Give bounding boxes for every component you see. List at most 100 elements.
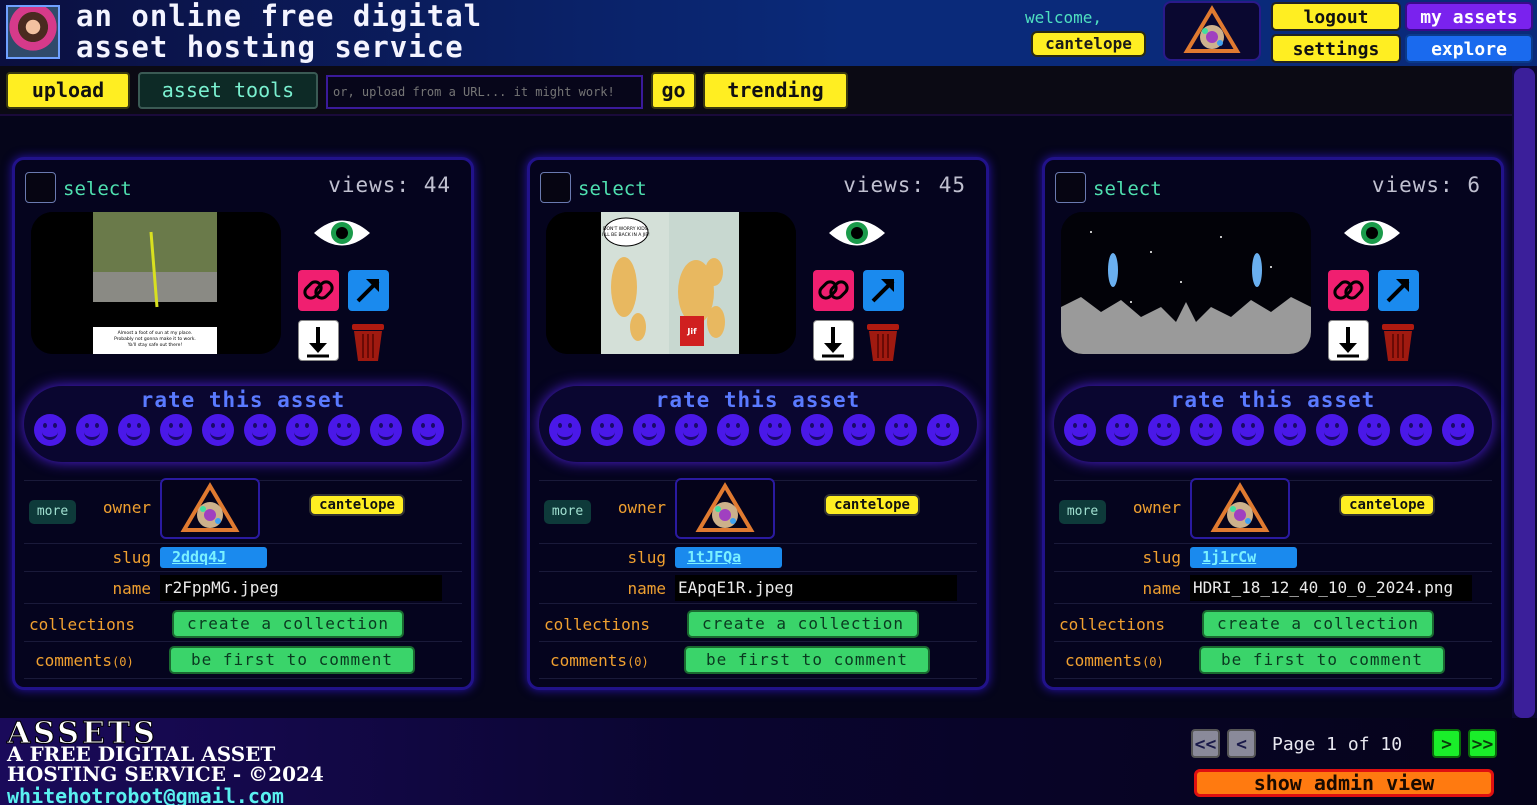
owner-logo-icon[interactable] xyxy=(160,478,260,539)
copy-link-icon[interactable] xyxy=(813,270,854,311)
first-page-button[interactable]: << xyxy=(1191,729,1220,758)
first-comment-button[interactable]: be first to comment xyxy=(1199,646,1445,674)
create-collection-button[interactable]: create a collection xyxy=(687,610,919,638)
rating-face-icon[interactable] xyxy=(1274,414,1306,446)
download-icon[interactable] xyxy=(813,320,854,361)
user-logo-icon[interactable] xyxy=(1163,1,1261,61)
open-external-icon[interactable] xyxy=(1378,270,1419,311)
username-button[interactable]: cantelope xyxy=(1031,31,1146,57)
last-page-button[interactable]: >> xyxy=(1468,729,1497,758)
rating-face-icon[interactable] xyxy=(1316,414,1348,446)
rating-face-icon[interactable] xyxy=(801,414,833,446)
show-admin-view-button[interactable]: show admin view xyxy=(1194,769,1494,797)
rating-face-icon[interactable] xyxy=(328,414,360,446)
asset-thumbnail[interactable]: Almost a foot of sun at my place. Probabl… xyxy=(31,212,281,354)
rating-face-icon[interactable] xyxy=(1148,414,1180,446)
trash-icon[interactable] xyxy=(1380,322,1416,362)
owner-logo-icon[interactable] xyxy=(1190,478,1290,539)
slug-link[interactable]: 2ddq4J xyxy=(160,547,267,568)
rating-face-icon[interactable] xyxy=(549,414,581,446)
contact-email-link[interactable]: whitehotrobot@gmail.com xyxy=(7,784,284,805)
comments-label: comments(0) xyxy=(35,651,155,670)
view-eye-icon[interactable] xyxy=(312,216,372,250)
download-icon[interactable] xyxy=(298,320,339,361)
rating-face-icon[interactable] xyxy=(286,414,318,446)
comments-label: comments(0) xyxy=(550,651,670,670)
rating-face-icon[interactable] xyxy=(843,414,875,446)
rating-face-icon[interactable] xyxy=(885,414,917,446)
scrollbar-thumb[interactable] xyxy=(1514,68,1535,718)
view-eye-icon[interactable] xyxy=(827,216,887,250)
rating-face-icon[interactable] xyxy=(1442,414,1474,446)
view-eye-icon[interactable] xyxy=(1342,216,1402,250)
rating-face-icon[interactable] xyxy=(675,414,707,446)
rating-face-icon[interactable] xyxy=(1190,414,1222,446)
owner-name-button[interactable]: cantelope xyxy=(309,494,405,516)
copy-link-icon[interactable] xyxy=(298,270,339,311)
owner-name-button[interactable]: cantelope xyxy=(824,494,920,516)
upload-button[interactable]: upload xyxy=(6,72,130,109)
url-upload-input[interactable] xyxy=(326,75,643,109)
select-checkbox[interactable] xyxy=(1055,172,1086,203)
slug-link[interactable]: 1j1rCw xyxy=(1190,547,1297,568)
asset-tools-button[interactable]: asset tools xyxy=(138,72,318,109)
rating-face-icon[interactable] xyxy=(1400,414,1432,446)
select-checkbox[interactable] xyxy=(540,172,571,203)
owner-name-button[interactable]: cantelope xyxy=(1339,494,1435,516)
go-button[interactable]: go xyxy=(651,72,696,109)
create-collection-button[interactable]: create a collection xyxy=(1202,610,1434,638)
rating-face-icon[interactable] xyxy=(202,414,234,446)
asset-name-field[interactable]: r2FppMG.jpeg xyxy=(160,575,442,601)
slug-link[interactable]: 1tJFQa xyxy=(675,547,782,568)
owner-logo-icon[interactable] xyxy=(675,478,775,539)
rating-face-icon[interactable] xyxy=(370,414,402,446)
rating-face-icon[interactable] xyxy=(717,414,749,446)
rating-face-icon[interactable] xyxy=(1064,414,1096,446)
user-avatar[interactable] xyxy=(6,5,60,59)
rating-face-icon[interactable] xyxy=(34,414,66,446)
divider xyxy=(1054,571,1492,572)
divider xyxy=(1054,603,1492,604)
rating-face-icon[interactable] xyxy=(1232,414,1264,446)
rating-face-icon[interactable] xyxy=(1106,414,1138,446)
download-icon[interactable] xyxy=(1328,320,1369,361)
first-comment-button[interactable]: be first to comment xyxy=(684,646,930,674)
asset-thumbnail[interactable]: DON'T WORRY KIDS, I'LL BE BACK IN A JIF! J… xyxy=(546,212,796,354)
comments-label-text: comments xyxy=(550,651,628,670)
more-button[interactable]: more xyxy=(29,500,76,524)
select-checkbox[interactable] xyxy=(25,172,56,203)
asset-name-field[interactable]: HDRI_18_12_40_10_0_2024.png xyxy=(1190,575,1472,601)
settings-button[interactable]: settings xyxy=(1271,34,1401,63)
open-external-icon[interactable] xyxy=(348,270,389,311)
rating-face-icon[interactable] xyxy=(412,414,444,446)
trending-button[interactable]: trending xyxy=(703,72,848,109)
rating-face-icon[interactable] xyxy=(633,414,665,446)
asset-thumbnail[interactable] xyxy=(1061,212,1311,354)
more-button[interactable]: more xyxy=(1059,500,1106,524)
trash-icon[interactable] xyxy=(350,322,386,362)
asset-name-field[interactable]: EApqE1R.jpeg xyxy=(675,575,957,601)
my-assets-button[interactable]: my assets xyxy=(1405,2,1533,31)
open-external-icon[interactable] xyxy=(863,270,904,311)
rating-face-icon[interactable] xyxy=(160,414,192,446)
rating-face-icon[interactable] xyxy=(118,414,150,446)
divider xyxy=(1054,543,1492,544)
logout-button[interactable]: logout xyxy=(1271,2,1401,31)
slug-label: slug xyxy=(627,548,666,567)
rating-face-icon[interactable] xyxy=(591,414,623,446)
explore-button[interactable]: explore xyxy=(1405,34,1533,63)
prev-page-button[interactable]: < xyxy=(1227,729,1256,758)
next-page-button[interactable]: > xyxy=(1432,729,1461,758)
divider xyxy=(24,641,462,642)
trash-icon[interactable] xyxy=(865,322,901,362)
copy-link-icon[interactable] xyxy=(1328,270,1369,311)
view-count: views: 45 xyxy=(843,173,966,197)
rating-face-icon[interactable] xyxy=(759,414,791,446)
first-comment-button[interactable]: be first to comment xyxy=(169,646,415,674)
create-collection-button[interactable]: create a collection xyxy=(172,610,404,638)
more-button[interactable]: more xyxy=(544,500,591,524)
rating-face-icon[interactable] xyxy=(244,414,276,446)
rating-face-icon[interactable] xyxy=(927,414,959,446)
rating-face-icon[interactable] xyxy=(76,414,108,446)
rating-face-icon[interactable] xyxy=(1358,414,1390,446)
